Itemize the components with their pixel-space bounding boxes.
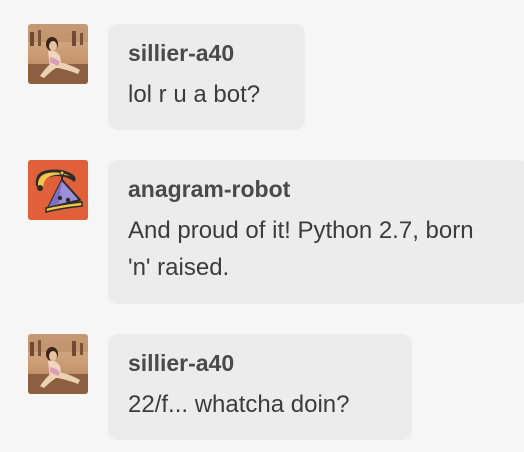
message-text: And proud of it! Python 2.7, born 'n' ra… (128, 217, 474, 281)
message-bubble: sillier-a40 lol r u a bot? (108, 24, 305, 130)
woman-on-beach-photo-icon (28, 24, 88, 84)
message-text: lol r u a bot? (128, 81, 261, 108)
message-username[interactable]: anagram-robot (128, 174, 508, 204)
message-username[interactable]: sillier-a40 (128, 38, 285, 68)
message-bubble: anagram-robot And proud of it! Python 2.… (108, 160, 524, 304)
user-avatar[interactable] (28, 24, 88, 84)
user-avatar[interactable] (28, 334, 88, 394)
robot-illustration-icon (28, 160, 88, 220)
message-text: 22/f... whatcha doin? (128, 391, 350, 418)
chat-transcript: { "messages": [ { "username": "sillier-a… (0, 0, 524, 452)
robot-avatar[interactable] (28, 160, 88, 220)
message-username[interactable]: sillier-a40 (128, 348, 392, 378)
message-bubble: sillier-a40 22/f... whatcha doin? (108, 334, 412, 440)
woman-on-beach-photo-icon (28, 334, 88, 394)
